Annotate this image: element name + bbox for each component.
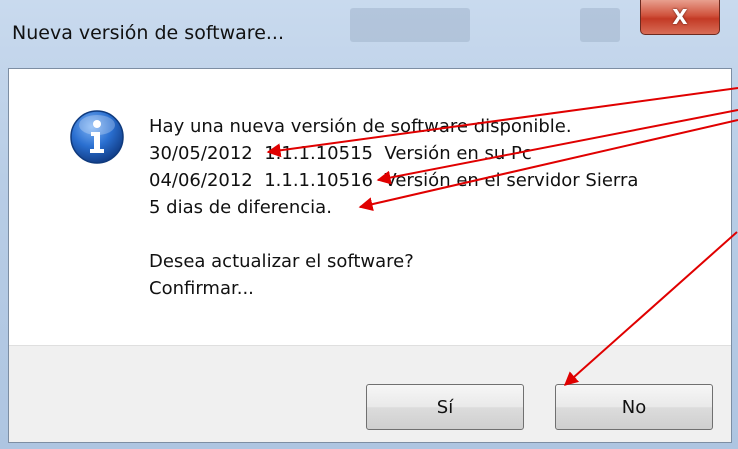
message-line: 5 dias de diferencia. (149, 197, 332, 218)
title-bar[interactable]: Nueva versión de software... X (0, 0, 738, 68)
message-line: 04/06/2012 1.1.1.10516 Versión en el ser… (149, 170, 639, 191)
close-button[interactable]: X (640, 0, 720, 35)
close-icon: X (672, 5, 688, 29)
message-line (149, 221, 638, 248)
message-text: Hay una nueva versión de software dispon… (149, 113, 638, 302)
yes-button[interactable]: Sí (366, 384, 524, 430)
background-window-ghost (350, 8, 470, 42)
no-button[interactable]: No (555, 384, 713, 430)
info-icon (70, 110, 124, 164)
dialog-content: Hay una nueva versión de software dispon… (8, 68, 732, 443)
message-line: Desea actualizar el software? (149, 251, 414, 272)
message-line: 30/05/2012 1.1.1.10515 Versión en su Pc (149, 143, 532, 164)
background-window-ghost (580, 8, 620, 42)
dialog-window: Nueva versión de software... X Hay una n… (0, 0, 738, 449)
window-title: Nueva versión de software... (12, 22, 285, 44)
message-line: Hay una nueva versión de software dispon… (149, 116, 572, 137)
message-line: Confirmar... (149, 278, 254, 299)
